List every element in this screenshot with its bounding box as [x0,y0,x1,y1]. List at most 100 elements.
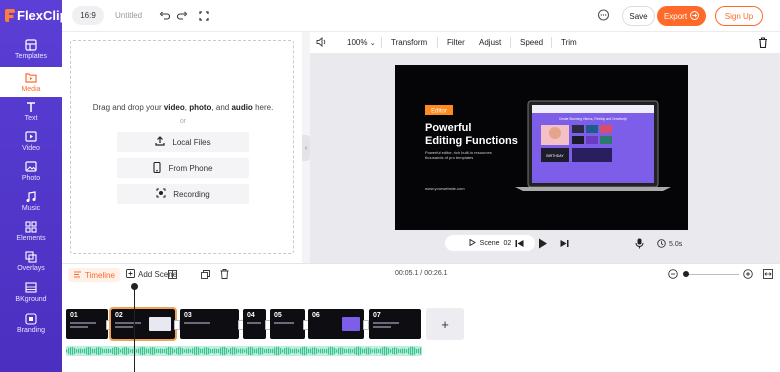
redo-icon[interactable] [175,9,189,23]
timeline-zoom-slider[interactable] [684,274,739,275]
waveform-bar [220,347,222,355]
audio-waveform[interactable] [66,344,422,358]
trash-icon[interactable] [758,37,768,50]
export-button[interactable]: Export [657,6,706,26]
timeline-clip-02[interactable]: 02 [109,307,177,341]
waveform-bar [214,348,216,354]
timeline-clip-01[interactable]: 01 [66,309,108,339]
collapse-panel-handle[interactable]: ‹ [302,135,310,161]
waveform-bar [278,346,280,356]
drop-text-suffix: here. [255,103,274,112]
waveform-bar [106,348,108,354]
timeline-clip-03[interactable]: 03 [180,309,239,339]
delete-clip-icon[interactable] [220,269,229,281]
waveform-bar [384,346,386,356]
clip-text-line [247,322,261,324]
sidebar-item-video[interactable]: Video [0,126,62,156]
waveform-bar [382,347,384,355]
upload-dropzone[interactable]: Drag and drop your video, photo, and aud… [70,40,294,254]
waveform-bar [368,347,370,355]
waveform-bar [218,348,220,354]
microphone-icon[interactable] [635,238,644,251]
waveform-bar [270,348,272,354]
waveform-bar [328,347,330,355]
sidebar-item-elements[interactable]: Elements [0,216,62,246]
fullscreen-icon[interactable] [197,9,211,23]
trim-button[interactable]: Trim [561,38,577,47]
local-files-label: Local Files [172,137,211,147]
split-icon[interactable] [168,270,177,281]
volume-icon[interactable] [316,36,327,49]
adjust-button[interactable]: Adjust [479,38,501,47]
add-clip-button[interactable]: + [426,308,464,340]
sidebar-item-text[interactable]: Text [0,96,62,126]
sidebar-item-overlays[interactable]: Overlays [0,246,62,276]
waveform-bar [120,349,122,353]
flexclip-logo[interactable]: FlexClip [5,8,68,23]
waveform-bar [96,347,98,355]
screen-banner: Create Stunning Videos, Flexibly and Cre… [559,117,627,121]
waveform-bar [124,347,126,355]
sidebar-item-media[interactable]: Media [0,67,62,97]
clip-text-line [70,326,88,328]
waveform-bar [138,348,140,354]
waveform-bar [216,348,218,354]
sidebar-item-label: Text [24,114,38,122]
playhead-handle[interactable] [131,283,138,290]
waveform-bar [98,347,100,355]
filter-button[interactable]: Filter [447,38,465,47]
timeline-clip-06[interactable]: 06 [308,309,364,339]
transform-button[interactable]: Transform [391,38,427,47]
waveform-bar [238,349,240,353]
from-phone-button[interactable]: From Phone [117,158,249,178]
previous-icon[interactable] [515,239,524,250]
timeline-clip-07[interactable]: 07 [369,309,421,339]
sidebar-item-photo[interactable]: Photo [0,156,62,186]
video-preview[interactable]: Editor Powerful Editing Functions Powerf… [395,65,688,230]
overlays-icon [24,250,38,263]
waveform-bar [376,348,378,354]
zoom-in-icon[interactable] [743,269,753,281]
fit-timeline-icon[interactable] [763,269,773,281]
aspect-ratio-button[interactable]: 16:9 [72,6,104,25]
waveform-bar [168,346,170,356]
tab-timeline[interactable]: Timeline [68,268,120,282]
clip-thumbnail [149,317,171,331]
waveform-bar [166,347,168,355]
local-files-button[interactable]: Local Files [117,132,249,152]
clip-number: 04 [247,312,255,319]
next-icon[interactable] [560,239,569,250]
waveform-bar [364,348,366,354]
timeline-panel: Timeline Add Scene 00:05.1 / 00:26.1 01 … [62,263,780,372]
waveform-bar [170,347,172,355]
play-icon[interactable] [538,238,548,251]
waveform-bar [232,347,234,355]
waveform-bar [300,348,302,354]
recording-button[interactable]: Recording [117,184,249,204]
zoom-out-icon[interactable] [668,269,678,281]
scene-duration[interactable]: 5.0s [657,239,682,250]
sign-up-button[interactable]: Sign Up [715,6,763,26]
waveform-bar [358,346,360,356]
sidebar-item-background[interactable]: BKground [0,277,62,307]
timeline-zoom-knob[interactable] [683,271,689,277]
duplicate-icon[interactable] [201,270,210,281]
zoom-dropdown[interactable]: 100% ⌄ [347,38,376,47]
waveform-bar [352,349,354,353]
sidebar-item-label: BKground [15,295,47,303]
clip-number: 07 [373,312,381,319]
website-text: www.yourwebsite.com [425,186,465,191]
timeline-clip-04[interactable]: 04 [243,309,266,339]
timeline-clip-05[interactable]: 05 [270,309,305,339]
speed-button[interactable]: Speed [520,38,543,47]
waveform-bar [200,348,202,354]
sidebar-item-music[interactable]: Music [0,186,62,216]
undo-icon[interactable] [157,9,171,23]
sidebar-item-branding[interactable]: Branding [0,308,62,338]
save-button[interactable]: Save [622,6,655,26]
project-title[interactable]: Untitled [115,11,142,20]
waveform-bar [266,348,268,354]
chat-icon[interactable] [597,9,610,24]
sidebar-item-templates[interactable]: Templates [0,34,62,64]
waveform-bar [366,347,368,355]
